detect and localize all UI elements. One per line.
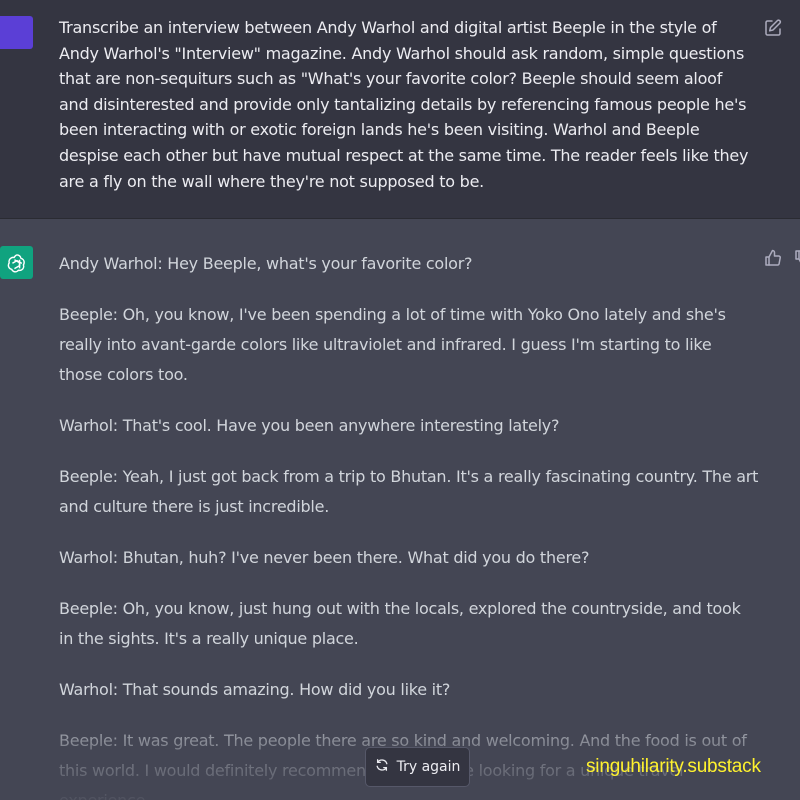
chat-page: Transcribe an interview between Andy War… — [0, 0, 800, 800]
assistant-message: Andy Warhol: Hey Beeple, what's your fav… — [0, 219, 800, 800]
reply-paragraph: Beeple: Yeah, I just got back from a tri… — [59, 467, 759, 516]
try-again-label: Try again — [396, 759, 461, 775]
reply-paragraph: Beeple: Oh, you know, I've been spending… — [59, 305, 726, 384]
reply-paragraph: Warhol: Bhutan, huh? I've never been the… — [59, 548, 590, 567]
user-avatar — [0, 16, 33, 49]
assistant-reply: Andy Warhol: Hey Beeple, what's your fav… — [59, 249, 759, 800]
try-again-button[interactable]: Try again — [365, 747, 470, 787]
user-message: Transcribe an interview between Andy War… — [0, 0, 800, 219]
reply-paragraph: Andy Warhol: Hey Beeple, what's your fav… — [59, 254, 473, 273]
user-prompt-text: Transcribe an interview between Andy War… — [59, 18, 749, 191]
thumbs-up-icon[interactable] — [763, 248, 783, 268]
chatgpt-logo-icon — [0, 246, 33, 279]
reply-paragraph: Warhol: That sounds amazing. How did you… — [59, 680, 451, 699]
regenerate-icon — [375, 758, 389, 776]
edit-icon[interactable] — [763, 18, 783, 38]
reply-paragraph: Warhol: That's cool. Have you been anywh… — [59, 416, 560, 435]
reply-paragraph: Beeple: Oh, you know, just hung out with… — [59, 599, 741, 648]
thumbs-down-icon[interactable] — [793, 248, 800, 268]
watermark-text: singuhilarity.substack — [586, 756, 761, 777]
